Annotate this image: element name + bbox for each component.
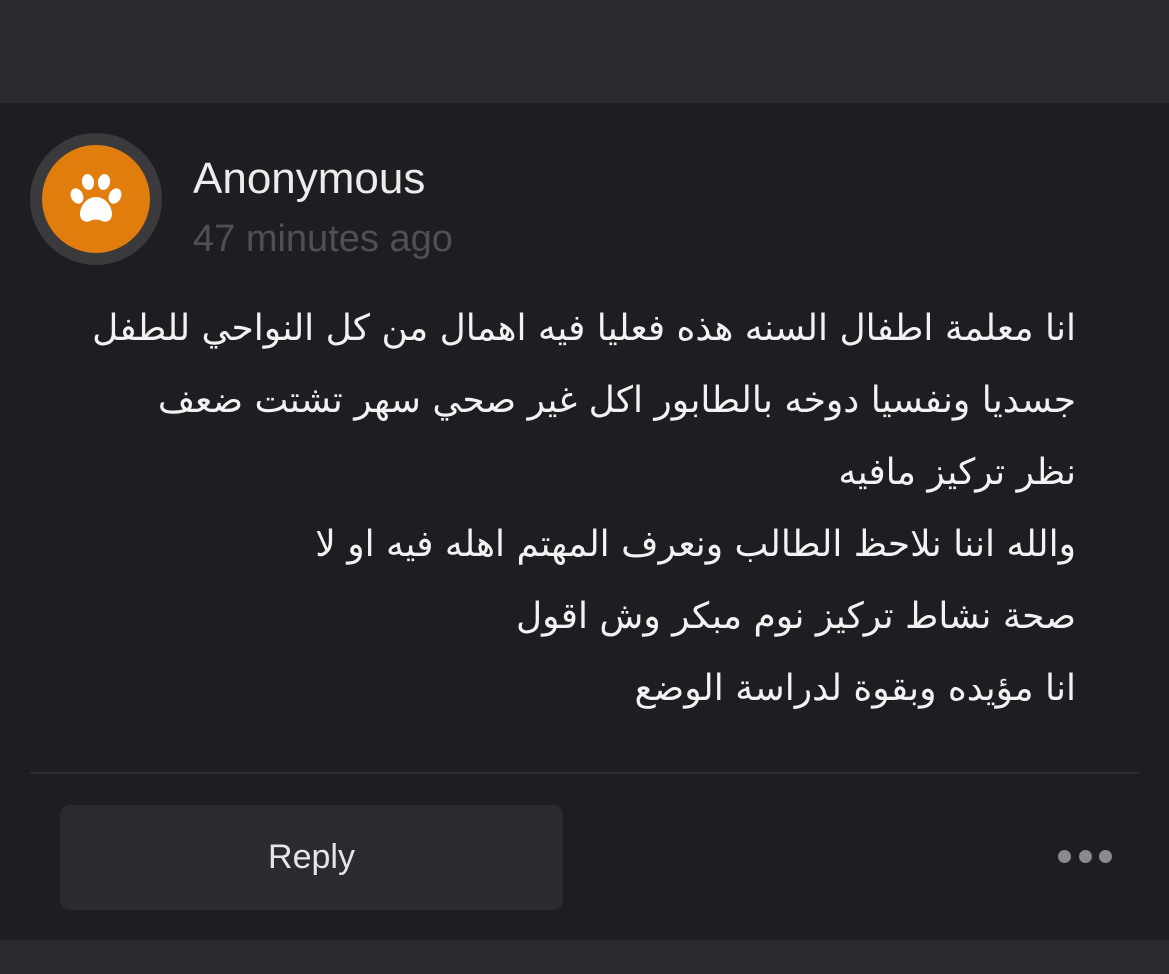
comment-body: انا معلمة اطفال السنه هذه فعليا فيه اهما…	[26, 293, 1076, 725]
author-name[interactable]: Anonymous	[193, 153, 425, 205]
avatar-badge	[42, 145, 150, 253]
more-horizontal-icon[interactable]	[1058, 845, 1112, 867]
comment-line: صحة نشاط تركيز نوم مبكر وش اقول	[515, 596, 1076, 637]
avatar[interactable]	[30, 133, 162, 265]
divider	[30, 772, 1139, 774]
more-dot	[1099, 849, 1112, 863]
reply-button[interactable]: Reply	[60, 805, 563, 910]
more-dot	[1078, 849, 1092, 863]
timestamp: 47 minutes ago	[193, 218, 453, 260]
bottom-strip	[0, 940, 1169, 974]
more-dot	[1058, 849, 1071, 863]
comment-line: والله اننا نلاحظ الطالب ونعرف المهتم اهل…	[315, 524, 1076, 565]
paw-icon	[70, 174, 122, 222]
comment-line: انا معلمة اطفال السنه هذه فعليا فيه اهما…	[92, 308, 1076, 349]
comment-line: نظر تركيز مافيه	[838, 452, 1076, 493]
top-bar	[0, 0, 1169, 103]
comment-card: Anonymous 47 minutes ago انا معلمة اطفال…	[0, 103, 1169, 940]
comment-line: انا مؤيده وبقوة لدراسة الوضع	[634, 668, 1076, 709]
comment-line: جسديا ونفسيا دوخه بالطابور اكل غير صحي س…	[157, 380, 1076, 421]
